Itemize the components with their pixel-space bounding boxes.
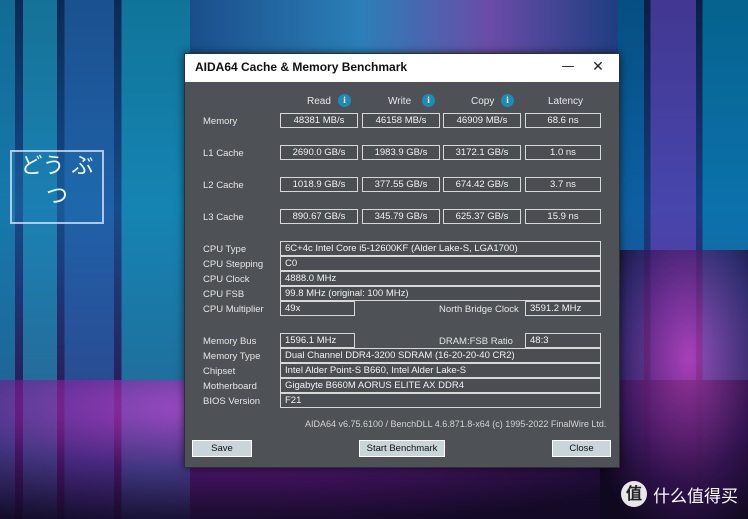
cpu-type-label: CPU Type xyxy=(203,244,247,255)
l3-copy-field: 625.37 GB/s xyxy=(443,209,521,224)
read-info-icon[interactable]: i xyxy=(338,94,351,107)
motherboard-label: Motherboard xyxy=(203,381,257,392)
column-header-latency: Latency xyxy=(548,96,584,107)
l2-latency-field: 3.7 ns xyxy=(525,177,601,192)
cpu-fsb-label: CPU FSB xyxy=(203,289,245,300)
dram-fsb-ratio-field: 48:3 xyxy=(525,333,601,348)
l2-copy-field: 674.42 GB/s xyxy=(443,177,521,192)
memory-latency-field: 68.6 ns xyxy=(525,113,601,128)
memory-type-label: Memory Type xyxy=(203,351,261,362)
version-footer: AIDA64 v6.75.6100 / BenchDLL 4.6.871.8-x… xyxy=(305,419,607,429)
bios-version-field: F21 xyxy=(280,393,601,408)
start-benchmark-button[interactable]: Start Benchmark xyxy=(359,440,445,457)
background-neon-sign: どう ぶつ xyxy=(10,150,104,224)
memory-write-field: 46158 MB/s xyxy=(362,113,440,128)
window-content: Read i Write i Copy i Latency Memory 483… xyxy=(185,82,619,467)
memory-bus-label: Memory Bus xyxy=(203,336,257,347)
north-bridge-clock-label: North Bridge Clock xyxy=(439,304,519,315)
background-city-top xyxy=(190,0,618,60)
cpu-stepping-label: CPU Stepping xyxy=(203,259,264,270)
column-header-write: Write xyxy=(388,96,412,107)
column-header-copy: Copy xyxy=(471,96,495,107)
cpu-stepping-field: C0 xyxy=(280,256,601,271)
column-header-read: Read xyxy=(307,96,331,107)
row-label-memory: Memory xyxy=(203,116,238,127)
l1-latency-field: 1.0 ns xyxy=(525,145,601,160)
chipset-label: Chipset xyxy=(203,366,236,377)
l3-latency-field: 15.9 ns xyxy=(525,209,601,224)
motherboard-field: Gigabyte B660M AORUS ELITE AX DDR4 xyxy=(280,378,601,393)
l3-read-field: 890.67 GB/s xyxy=(280,209,358,224)
watermark-text: 什么值得买 xyxy=(653,486,738,507)
l3-write-field: 345.79 GB/s xyxy=(362,209,440,224)
write-info-icon[interactable]: i xyxy=(422,94,435,107)
row-label-l2-cache: L2 Cache xyxy=(203,180,244,191)
north-bridge-clock-field: 3591.2 MHz xyxy=(525,301,601,316)
close-window-button[interactable]: ✕ xyxy=(587,57,609,77)
l1-copy-field: 3172.1 GB/s xyxy=(443,145,521,160)
memory-bus-field: 1596.1 MHz xyxy=(280,333,355,348)
cpu-multiplier-field: 49x xyxy=(280,301,355,316)
close-button[interactable]: Close xyxy=(552,440,611,457)
window-title: AIDA64 Cache & Memory Benchmark xyxy=(195,60,408,74)
cpu-clock-field: 4888.0 MHz xyxy=(280,271,601,286)
l2-write-field: 377.55 GB/s xyxy=(362,177,440,192)
title-bar: AIDA64 Cache & Memory Benchmark — ✕ xyxy=(185,54,619,82)
cpu-type-field: 6C+4c Intel Core i5-12600KF (Alder Lake-… xyxy=(280,241,601,256)
l1-read-field: 2690.0 GB/s xyxy=(280,145,358,160)
memory-read-field: 48381 MB/s xyxy=(280,113,358,128)
dram-fsb-ratio-label: DRAM:FSB Ratio xyxy=(439,336,513,347)
cpu-multiplier-label: CPU Multiplier xyxy=(203,304,264,315)
row-label-l1-cache: L1 Cache xyxy=(203,148,244,159)
l2-read-field: 1018.9 GB/s xyxy=(280,177,358,192)
memory-copy-field: 46909 MB/s xyxy=(443,113,521,128)
watermark-logo-icon: 值 xyxy=(621,481,647,507)
chipset-field: Intel Alder Point-S B660, Intel Alder La… xyxy=(280,363,601,378)
memory-type-field: Dual Channel DDR4-3200 SDRAM (16-20-20-4… xyxy=(280,348,601,363)
bios-version-label: BIOS Version xyxy=(203,396,261,407)
cpu-clock-label: CPU Clock xyxy=(203,274,250,285)
benchmark-window: AIDA64 Cache & Memory Benchmark — ✕ Read… xyxy=(184,53,620,468)
row-label-l3-cache: L3 Cache xyxy=(203,212,244,223)
cpu-fsb-field: 99.8 MHz (original: 100 MHz) xyxy=(280,286,601,301)
watermark: 值 什么值得买 xyxy=(621,481,738,507)
copy-info-icon[interactable]: i xyxy=(501,94,514,107)
l1-write-field: 1983.9 GB/s xyxy=(362,145,440,160)
save-button[interactable]: Save xyxy=(192,440,252,457)
minimize-button[interactable]: — xyxy=(557,57,579,77)
background-car-right xyxy=(600,250,748,519)
